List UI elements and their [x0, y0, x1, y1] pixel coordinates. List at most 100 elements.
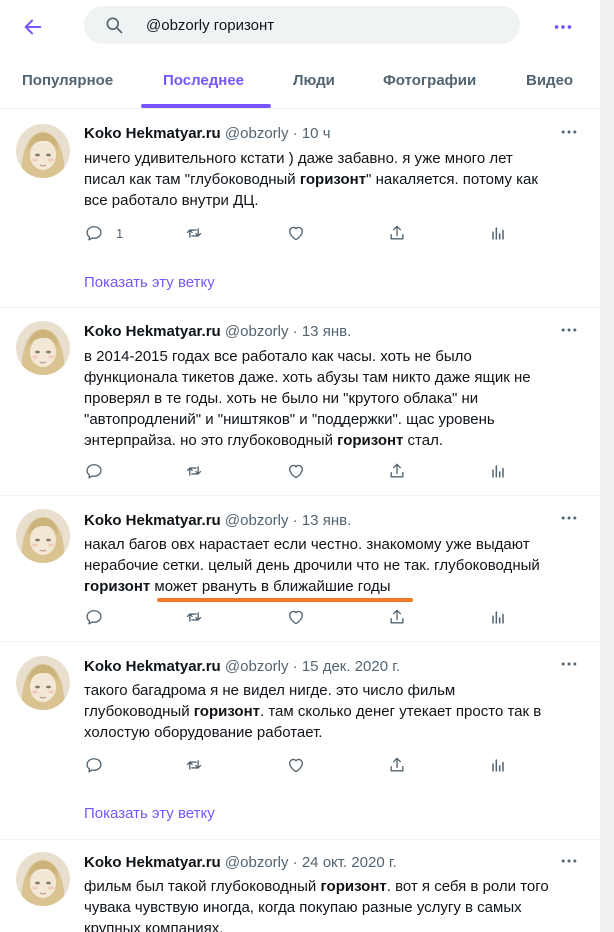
analytics-button[interactable]	[488, 753, 508, 777]
search-input[interactable]	[146, 6, 506, 44]
tweet-time[interactable]: 13 янв.	[302, 512, 351, 529]
tweet[interactable]: Koko Hekmatyar.ru @obzorly · 10 ч ничего…	[0, 109, 600, 308]
share-button[interactable]	[387, 221, 407, 245]
reply-icon	[84, 223, 104, 243]
separator-dot: ·	[292, 323, 298, 340]
search-box[interactable]	[84, 6, 520, 44]
show-thread-link[interactable]: Показать эту ветку	[84, 805, 215, 822]
avatar[interactable]	[16, 124, 70, 178]
tweet-time[interactable]: 15 дек. 2020 г.	[302, 658, 400, 675]
tweet-time[interactable]: 24 окт. 2020 г.	[302, 854, 397, 871]
more-icon	[559, 851, 579, 871]
more-options-button[interactable]	[548, 12, 578, 42]
tweet-text: такого багадрома я не видел нигде. это ч…	[84, 682, 542, 741]
author-handle[interactable]: @obzorly	[225, 658, 289, 675]
more-icon	[559, 508, 579, 528]
avatar[interactable]	[16, 509, 70, 563]
analytics-button[interactable]	[488, 605, 508, 629]
author-handle[interactable]: @obzorly	[225, 854, 289, 871]
retweet-button[interactable]	[184, 605, 204, 629]
analytics-icon	[488, 461, 508, 481]
like-button[interactable]	[286, 221, 306, 245]
retweet-button[interactable]	[184, 221, 204, 245]
back-button[interactable]	[18, 12, 48, 42]
tweet-more-button[interactable]	[556, 508, 582, 528]
share-button[interactable]	[387, 605, 407, 629]
avatar[interactable]	[16, 321, 70, 375]
tweet[interactable]: Koko Hekmatyar.ru @obzorly · 13 янв. в 2…	[0, 307, 600, 496]
reply-icon	[84, 755, 104, 775]
retweet-icon	[184, 461, 204, 481]
tweet-more-button[interactable]	[556, 654, 582, 674]
reply-button[interactable]	[84, 605, 104, 629]
tweet[interactable]: Koko Hekmatyar.ru @obzorly · 15 дек. 202…	[0, 641, 600, 840]
tweet-time[interactable]: 13 янв.	[302, 323, 351, 340]
author-handle[interactable]: @obzorly	[225, 125, 289, 142]
share-icon	[387, 223, 407, 243]
search-header	[0, 0, 600, 56]
search-icon	[106, 17, 123, 34]
share-button[interactable]	[387, 753, 407, 777]
analytics-icon	[488, 755, 508, 775]
tab-videos[interactable]: Видео	[526, 56, 573, 108]
tweet-more-button[interactable]	[556, 122, 582, 142]
tab-photos[interactable]: Фотографии	[383, 56, 476, 108]
tweet-text: фильм был такой глубоководный горизонт. …	[84, 878, 549, 932]
like-icon	[286, 607, 306, 627]
tweet[interactable]: Koko Hekmatyar.ru @obzorly · 24 окт. 202…	[0, 839, 600, 932]
retweet-button[interactable]	[184, 753, 204, 777]
share-icon	[387, 461, 407, 481]
share-button[interactable]	[387, 459, 407, 483]
show-thread-link[interactable]: Показать эту ветку	[84, 274, 215, 291]
like-button[interactable]	[286, 605, 306, 629]
reply-count: 1	[116, 225, 124, 241]
like-icon	[286, 755, 306, 775]
retweet-icon	[184, 755, 204, 775]
tweet-header: Koko Hekmatyar.ru @obzorly · 13 янв.	[84, 512, 351, 529]
tweet-actions: 1	[84, 221, 514, 245]
tweet-more-button[interactable]	[556, 851, 582, 871]
analytics-button[interactable]	[488, 221, 508, 245]
reply-icon	[84, 607, 104, 627]
author-handle[interactable]: @obzorly	[225, 323, 289, 340]
tab-top[interactable]: Популярное	[22, 56, 113, 108]
author-handle[interactable]: @obzorly	[225, 512, 289, 529]
more-icon	[559, 122, 579, 142]
tweet-header: Koko Hekmatyar.ru @obzorly · 15 дек. 202…	[84, 658, 400, 675]
author-name[interactable]: Koko Hekmatyar.ru	[84, 854, 221, 871]
retweet-button[interactable]	[184, 459, 204, 483]
reply-icon	[84, 461, 104, 481]
author-name[interactable]: Koko Hekmatyar.ru	[84, 658, 221, 675]
like-button[interactable]	[286, 753, 306, 777]
tweet-actions	[84, 605, 514, 629]
separator-dot: ·	[292, 658, 298, 675]
tweet[interactable]: Koko Hekmatyar.ru @obzorly · 13 янв. нак…	[0, 495, 600, 642]
author-name[interactable]: Koko Hekmatyar.ru	[84, 323, 221, 340]
tweet-header: Koko Hekmatyar.ru @obzorly · 13 янв.	[84, 323, 351, 340]
keyword-highlight: горизонт	[193, 703, 260, 720]
analytics-button[interactable]	[488, 459, 508, 483]
separator-dot: ·	[292, 125, 298, 142]
more-icon	[559, 654, 579, 674]
share-icon	[387, 607, 407, 627]
like-icon	[286, 223, 306, 243]
more-vertical-icon	[554, 25, 572, 29]
retweet-icon	[184, 607, 204, 627]
scrollbar[interactable]	[600, 0, 614, 932]
author-name[interactable]: Koko Hekmatyar.ru	[84, 512, 221, 529]
avatar[interactable]	[16, 852, 70, 906]
like-button[interactable]	[286, 459, 306, 483]
tab-people[interactable]: Люди	[293, 56, 335, 108]
tweet-time[interactable]: 10 ч	[302, 125, 331, 142]
more-icon	[559, 320, 579, 340]
avatar[interactable]	[16, 656, 70, 710]
reply-button[interactable]: 1	[84, 221, 123, 245]
search-tabs: Популярное Последнее Люди Фотографии Вид…	[0, 56, 600, 109]
highlight-underline	[157, 598, 413, 602]
reply-button[interactable]	[84, 753, 104, 777]
tweet-more-button[interactable]	[556, 320, 582, 340]
reply-button[interactable]	[84, 459, 104, 483]
tab-latest[interactable]: Последнее	[163, 56, 244, 108]
share-icon	[387, 755, 407, 775]
author-name[interactable]: Koko Hekmatyar.ru	[84, 125, 221, 142]
